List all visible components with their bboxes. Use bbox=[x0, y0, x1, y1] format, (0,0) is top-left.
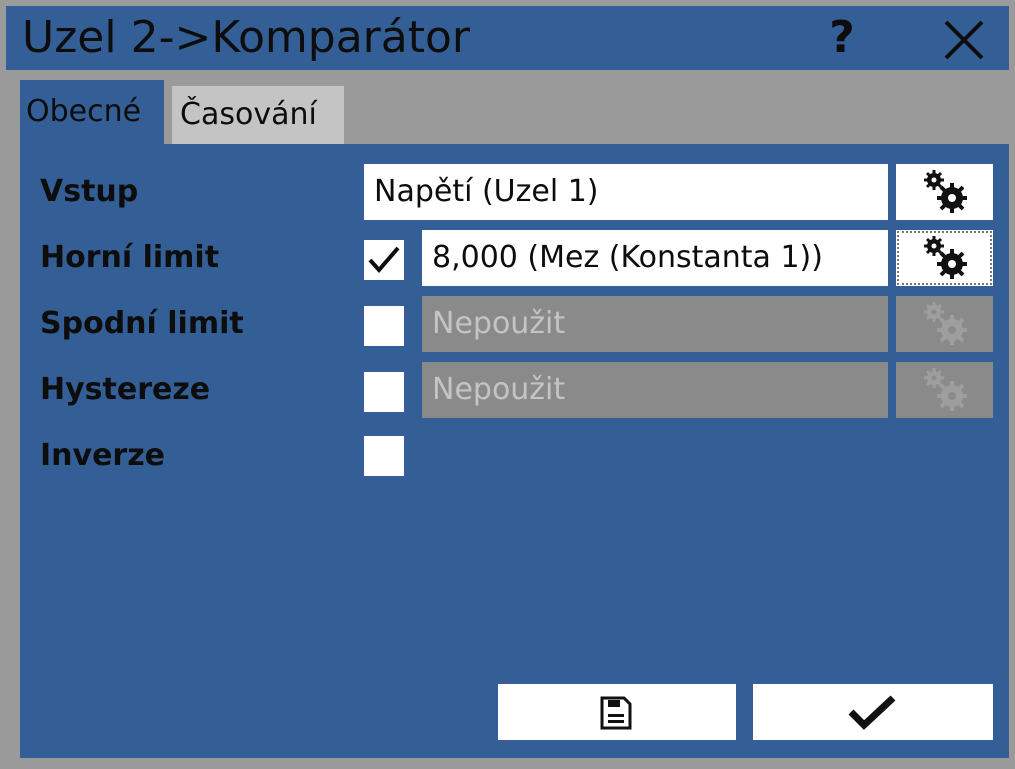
lower-limit-field: Nepoužit bbox=[422, 296, 888, 352]
dialog-title: Uzel 2->Komparátor bbox=[22, 12, 470, 63]
general-panel: Vstup Napětí (Uzel 1) Horní limit 8,000 … bbox=[20, 144, 1009, 758]
gears-icon bbox=[924, 236, 967, 279]
floppy-disk-icon bbox=[600, 696, 632, 730]
input-label: Vstup bbox=[40, 174, 139, 209]
lower-limit-checkbox[interactable] bbox=[364, 306, 404, 346]
close-button[interactable] bbox=[934, 10, 994, 70]
confirm-button[interactable] bbox=[753, 684, 993, 740]
upper-limit-field[interactable]: 8,000 (Mez (Konstanta 1)) bbox=[422, 230, 888, 286]
hysteresis-checkbox[interactable] bbox=[364, 372, 404, 412]
gears-icon bbox=[924, 368, 967, 411]
help-button[interactable]: ? bbox=[814, 8, 870, 68]
close-icon bbox=[944, 20, 984, 60]
inversion-checkbox[interactable] bbox=[364, 436, 404, 476]
comparator-dialog: Uzel 2->Komparátor ? Obecné Časování Vst… bbox=[0, 0, 1015, 769]
save-button[interactable] bbox=[498, 684, 736, 740]
tab-obecne[interactable]: Obecné bbox=[20, 80, 164, 144]
input-settings-button[interactable] bbox=[896, 164, 993, 220]
lower-limit-settings-button bbox=[896, 296, 993, 352]
gears-icon bbox=[924, 302, 967, 345]
hysteresis-field: Nepoužit bbox=[422, 362, 888, 418]
checkmark-icon bbox=[848, 695, 896, 730]
hysteresis-label: Hystereze bbox=[40, 372, 211, 407]
upper-limit-checkbox[interactable] bbox=[364, 240, 404, 280]
upper-limit-label: Horní limit bbox=[40, 240, 220, 275]
hysteresis-settings-button bbox=[896, 362, 993, 418]
title-bar: Uzel 2->Komparátor ? bbox=[6, 6, 1009, 70]
tab-casovani[interactable]: Časování bbox=[172, 86, 344, 144]
lower-limit-label: Spodní limit bbox=[40, 306, 244, 341]
checkmark-icon bbox=[368, 246, 400, 274]
gears-icon bbox=[924, 170, 967, 213]
input-field[interactable]: Napětí (Uzel 1) bbox=[364, 164, 888, 220]
upper-limit-settings-button[interactable] bbox=[896, 230, 993, 286]
inversion-label: Inverze bbox=[40, 438, 166, 473]
